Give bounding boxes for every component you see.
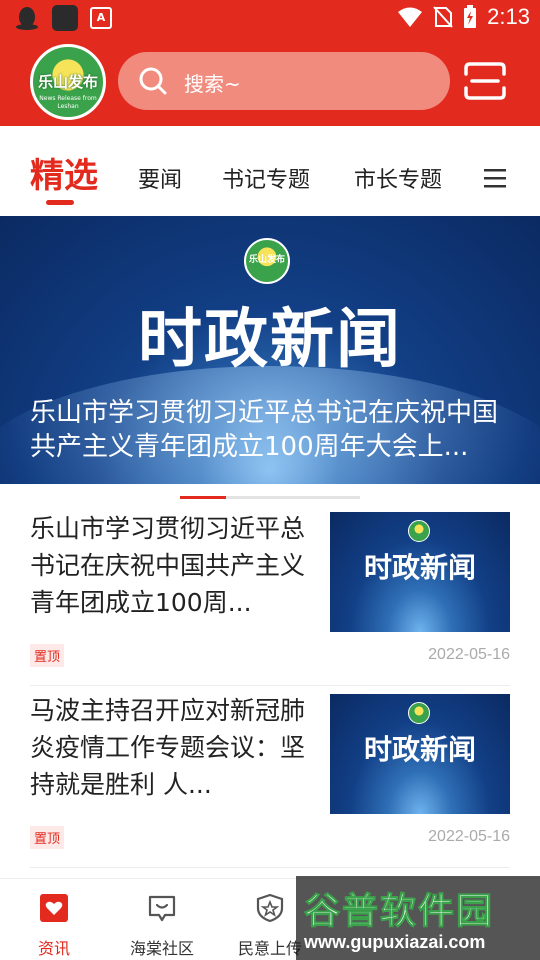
banner-headline: 时政新闻: [138, 303, 402, 377]
a-app-icon: A: [90, 7, 112, 29]
banner-caption: 乐山市学习贯彻习近平总书记在庆祝中国共产主义青年团成立100周年大会上...: [30, 398, 499, 462]
tab-mayor-special[interactable]: 市长专题: [354, 162, 442, 194]
category-tabs: 精选 要闻 书记专题 市长专题: [0, 126, 540, 216]
news-title: 马波主持召开应对新冠肺炎疫情工作专题会议：坚持就是胜利 人...: [30, 696, 306, 799]
news-thumbnail: 时政新闻: [330, 694, 510, 814]
featured-banner[interactable]: 乐山发布 时政新闻 乐山市学习贯彻习近平总书记在庆祝中国共产主义青年团成立100…: [0, 216, 540, 484]
news-item[interactable]: 乐山市学习贯彻习近平总书记在庆祝中国共产主义青年团成立100周... 时政新闻 …: [30, 510, 510, 686]
nav-news-label: 资讯: [37, 939, 70, 958]
tab-featured[interactable]: 精选: [30, 148, 98, 197]
thumbnail-text: 时政新闻: [363, 551, 476, 584]
app-notification-icon: [52, 5, 78, 31]
tab-headlines[interactable]: 要闻: [138, 162, 182, 194]
banner-logo: 乐山发布: [244, 238, 290, 284]
news-item[interactable]: 马波主持召开应对新冠肺炎疫情工作专题会议：坚持就是胜利 人... 时政新闻 置顶…: [30, 692, 510, 868]
nav-community-label: 海棠社区: [129, 939, 194, 958]
search-icon: [139, 67, 167, 95]
active-tab-indicator: [46, 200, 74, 205]
nav-news[interactable]: 资讯: [4, 893, 104, 959]
battery-icon: [464, 5, 477, 28]
news-title: 乐山市学习贯彻习近平总书记在庆祝中国共产主义青年团成立100周...: [30, 514, 306, 617]
carousel-indicator: [180, 496, 360, 499]
status-time: 2:13: [487, 4, 530, 29]
thumbnail-logo: [408, 702, 430, 724]
leshan-logo[interactable]: 乐山发布 News Release from Leshan: [30, 44, 106, 120]
pinned-badge: 置顶: [30, 644, 65, 667]
news-date: 2022-05-16: [428, 828, 510, 845]
no-sim-icon: [433, 6, 453, 28]
carousel-active-indicator: [180, 496, 226, 499]
search-placeholder: 搜索~: [184, 72, 241, 96]
nav-community[interactable]: 海棠社区: [112, 893, 212, 959]
site-watermark: 谷普软件园 www.gupuxiazai.com: [296, 876, 540, 960]
pinned-badge: 置顶: [30, 826, 65, 849]
shield-star-icon: [256, 893, 284, 923]
thumbnail-text: 时政新闻: [363, 733, 476, 766]
search-bar[interactable]: 搜索~: [118, 52, 450, 110]
watermark-url: www.gupuxiazai.com: [304, 932, 486, 952]
wifi-icon: [398, 7, 423, 27]
status-bar: A 2:13: [0, 0, 540, 36]
news-thumbnail: 时政新闻: [330, 512, 510, 632]
news-date: 2022-05-16: [428, 646, 510, 663]
scan-icon[interactable]: [462, 60, 508, 102]
qq-icon: [16, 7, 38, 30]
heart-icon: [40, 894, 68, 922]
watermark-title: 谷普软件园: [303, 891, 495, 933]
logo-subtext: News Release from Leshan: [39, 95, 97, 110]
logo-text: 乐山发布: [37, 73, 98, 91]
thumbnail-logo: [408, 520, 430, 542]
tab-secretary-special[interactable]: 书记专题: [222, 162, 310, 194]
menu-icon[interactable]: [484, 168, 506, 188]
app-header: A 2:13 乐山发布 News Release from Leshan 搜索~: [0, 0, 540, 126]
community-icon: [148, 895, 176, 922]
